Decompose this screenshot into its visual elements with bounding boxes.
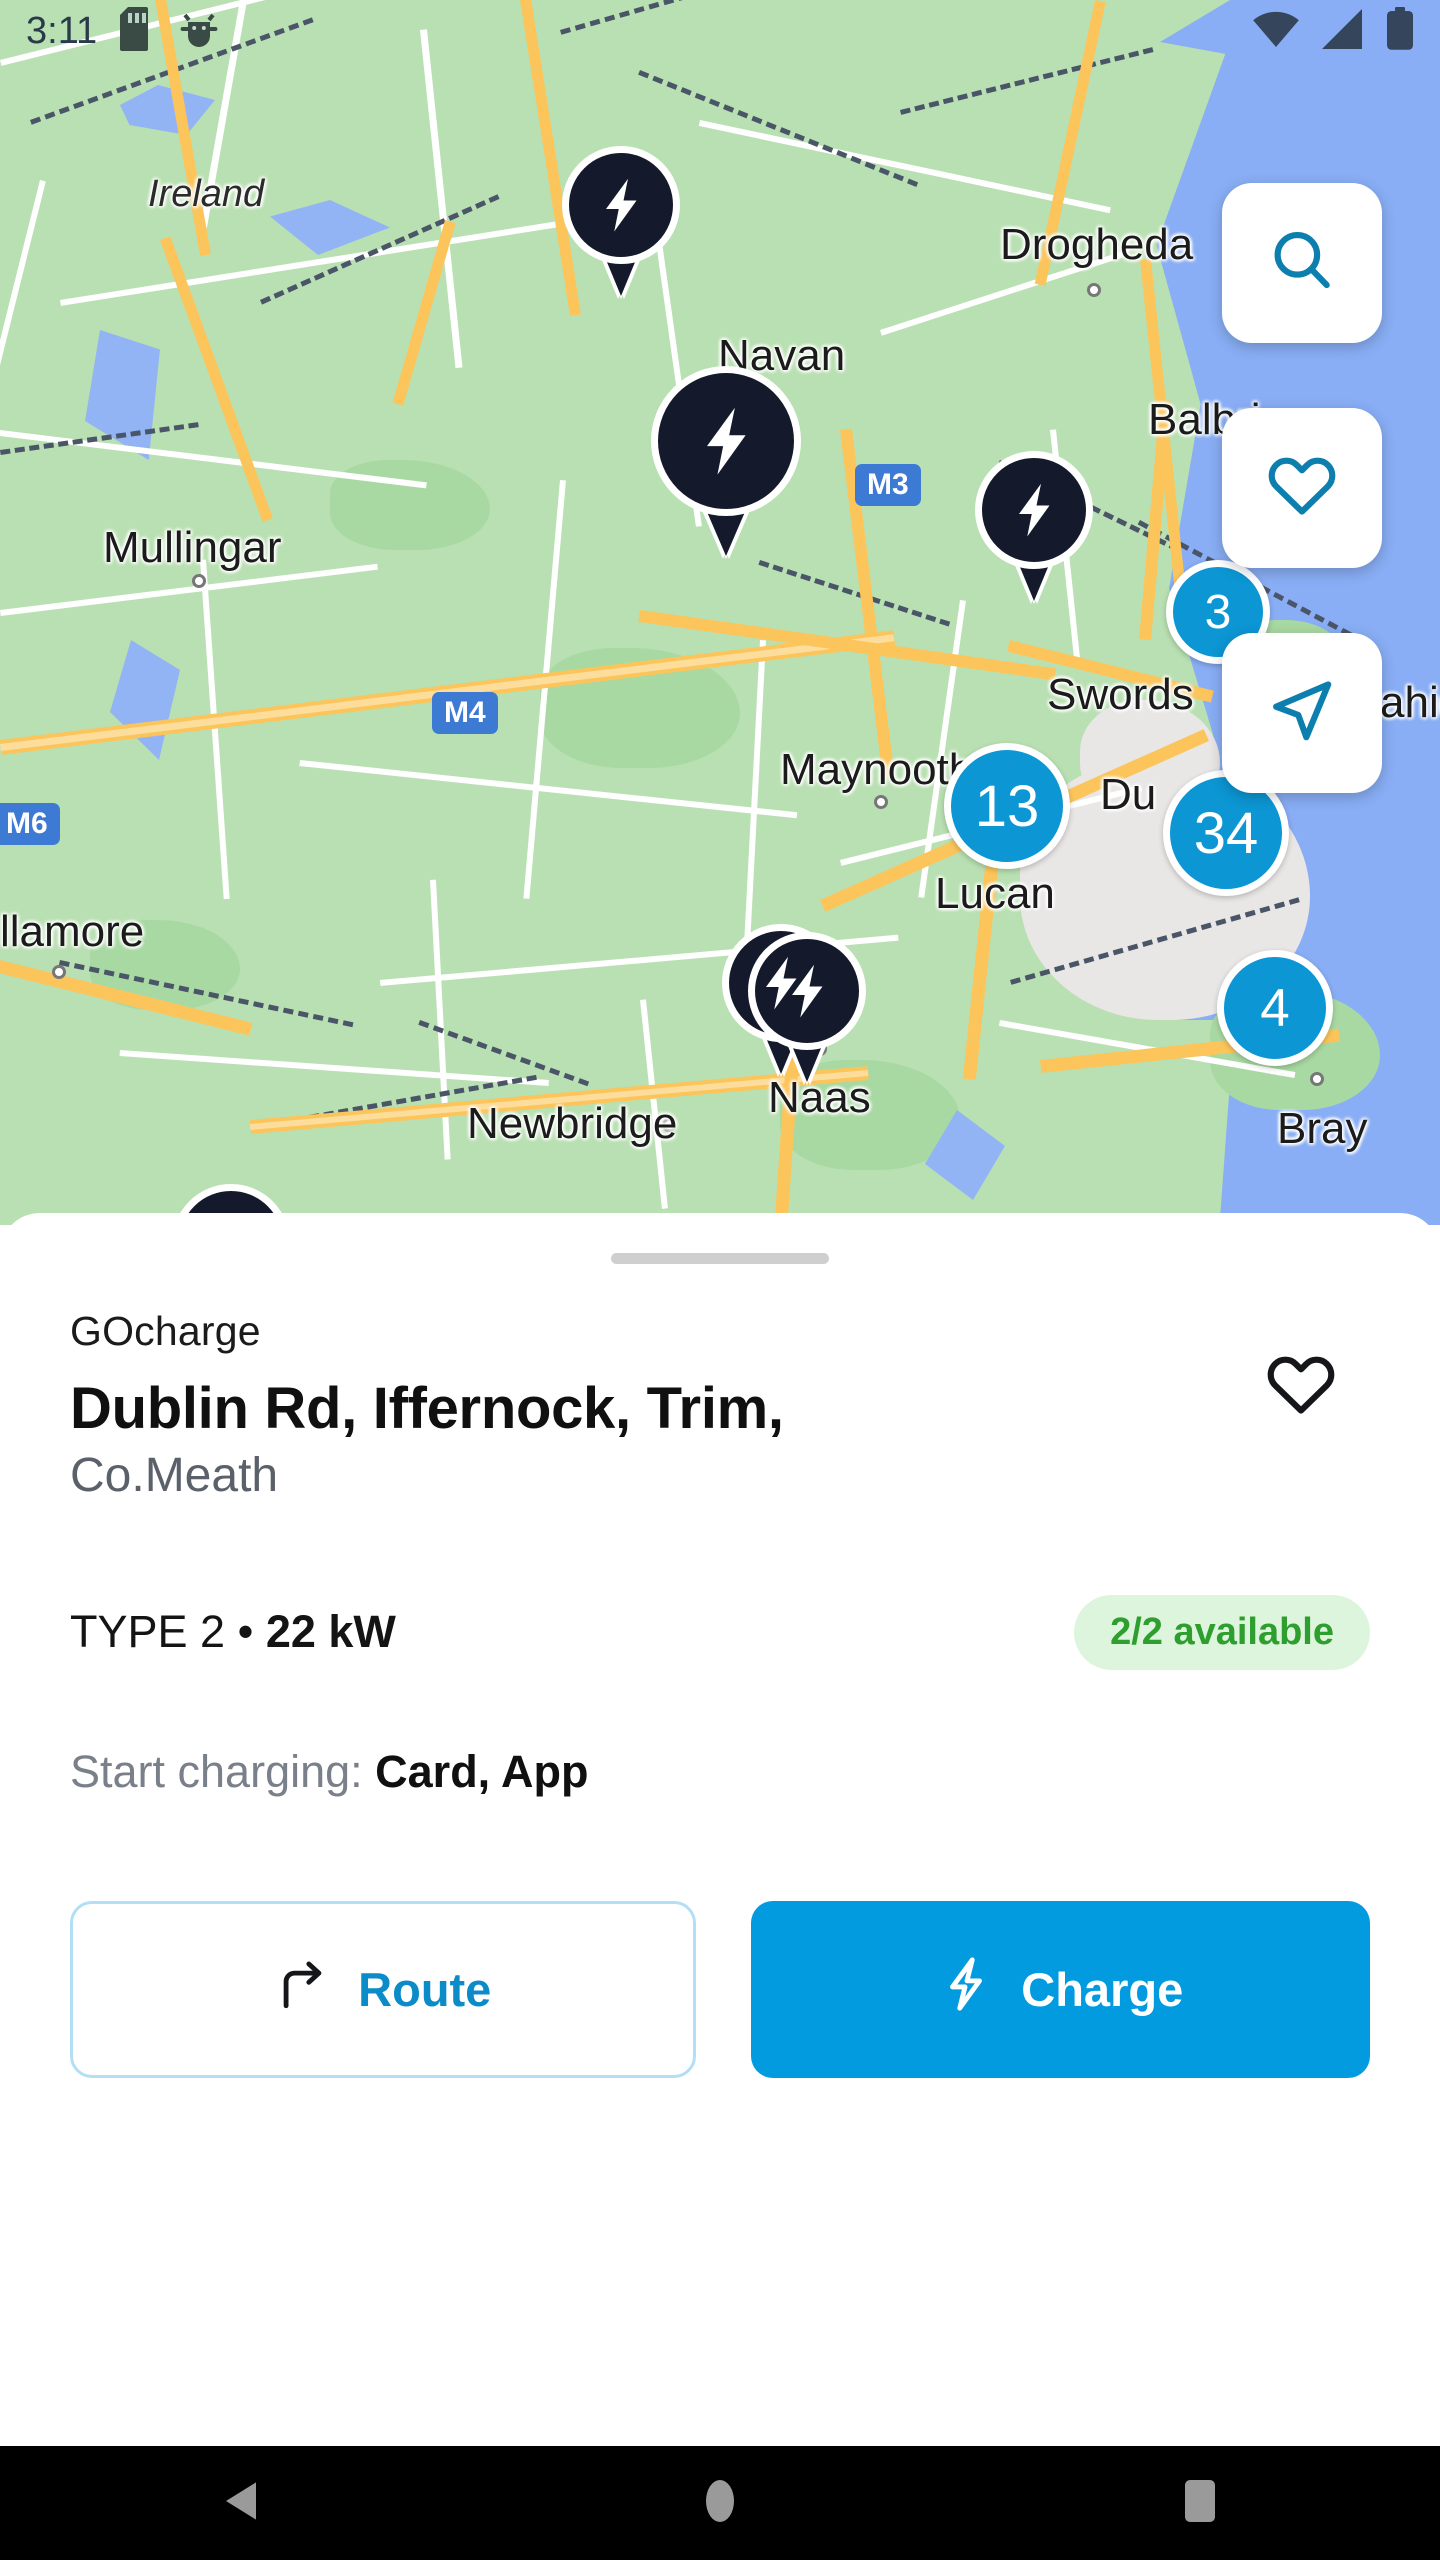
map-cluster-marker[interactable]: 4 [1217, 950, 1333, 1066]
station-detail-sheet: GOcharge Dublin Rd, Iffernock, Trim, Co.… [0, 1213, 1440, 2446]
map-label: Du [1100, 770, 1157, 819]
map-label: Maynooth [780, 745, 974, 794]
app-screen: Ireland Drogheda Navan Balbri Mullingar Sword… [0, 0, 1440, 2560]
map-label: Newbridge [467, 1099, 678, 1148]
operator-name: GOcharge [70, 1308, 261, 1354]
station-address-line2: Co.Meath [70, 1448, 279, 1502]
navigate-icon [1265, 674, 1339, 753]
action-buttons: Route Charge [70, 1900, 1370, 2078]
map-label: Bray [1277, 1104, 1368, 1153]
route-button-label: Route [358, 1962, 492, 2016]
search-icon [1265, 224, 1339, 303]
map-search-button[interactable] [1222, 183, 1382, 343]
map-city-dot [874, 795, 888, 809]
charging-station-pin[interactable] [562, 146, 680, 296]
charging-station-pin[interactable] [975, 451, 1093, 601]
lightning-bolt-icon [562, 146, 680, 264]
map-city-dot [52, 965, 66, 979]
recents-button[interactable] [1160, 2463, 1240, 2543]
connector-spec: TYPE 2 • 22 kW [70, 1606, 396, 1658]
charging-station-pin[interactable] [748, 932, 866, 1082]
map-label: Lucan [935, 869, 1055, 918]
start-charging-methods: Card, App [375, 1745, 589, 1797]
motorway-shield: M3 [855, 464, 921, 506]
android-navigation-bar [0, 2446, 1440, 2560]
map-favorites-button[interactable] [1222, 408, 1382, 568]
start-charging-row: Start charging: Card, App [70, 1746, 1370, 1798]
route-button[interactable]: Route [70, 1900, 696, 2078]
charge-button-label: Charge [1021, 1962, 1184, 2016]
map-cluster-marker[interactable]: 13 [944, 743, 1070, 869]
map-label: Ireland [148, 173, 265, 215]
map-label: ahid [1380, 678, 1440, 727]
connector-power: 22 kW [265, 1606, 396, 1658]
map-city-dot [192, 574, 206, 588]
map-label: Drogheda [1000, 220, 1194, 269]
back-button[interactable] [200, 2463, 280, 2543]
map-label: Swords [1047, 670, 1194, 719]
station-text-block: GOcharge Dublin Rd, Iffernock, Trim, Co.… [70, 1308, 784, 1503]
start-charging-label: Start charging: [70, 1745, 376, 1797]
motorway-shield: M6 [0, 803, 60, 845]
motorway-shield: M4 [432, 692, 498, 734]
lightning-bolt-icon [748, 932, 866, 1050]
turn-right-arrow-icon [274, 1955, 332, 2024]
favorite-station-button[interactable] [1264, 1348, 1338, 1427]
heart-outline-icon [1264, 1356, 1338, 1426]
map-label: Mullingar [103, 523, 282, 572]
lightning-bolt-icon [975, 451, 1093, 569]
connector-type: TYPE 2 • [70, 1606, 266, 1658]
back-triangle-icon [222, 2480, 258, 2527]
heart-icon [1265, 449, 1339, 528]
map-locate-button[interactable] [1222, 633, 1382, 793]
lightning-bolt-icon [651, 366, 801, 516]
home-button[interactable] [680, 2463, 760, 2543]
charging-station-pin[interactable] [651, 366, 801, 558]
recents-square-icon [1183, 2478, 1217, 2529]
home-circle-icon [703, 2478, 737, 2529]
station-header: GOcharge Dublin Rd, Iffernock, Trim, Co.… [70, 1308, 1370, 1503]
availability-badge: 2/2 available [1074, 1594, 1370, 1670]
map-city-dot [1087, 283, 1101, 297]
charge-button[interactable]: Charge [750, 1900, 1370, 2078]
station-address-line1: Dublin Rd, Iffernock, Trim, [70, 1376, 784, 1441]
connector-specs-row: TYPE 2 • 22 kW 2/2 available [70, 1594, 1370, 1670]
map-label: llamore [0, 907, 145, 956]
lightning-bolt-icon [937, 1955, 995, 2024]
map-city-dot [1310, 1072, 1324, 1086]
map-canvas[interactable]: Ireland Drogheda Navan Balbri Mullingar Sword… [0, 0, 1440, 1225]
